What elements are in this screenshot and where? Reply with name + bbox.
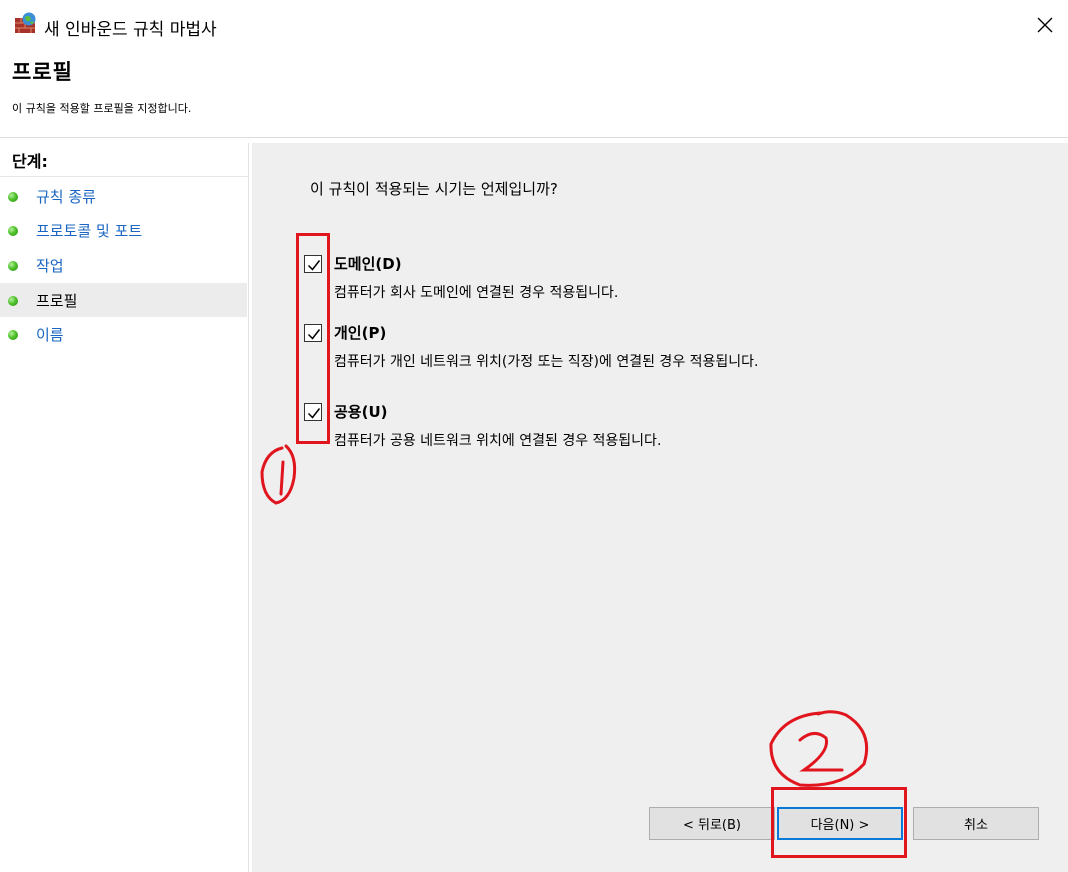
option-domain: 도메인(D) 컴퓨터가 회사 도메인에 연결된 경우 적용됩니다. xyxy=(302,253,902,309)
steps-divider xyxy=(0,176,248,177)
step-rule-type[interactable]: 규칙 종류 xyxy=(0,179,247,213)
step-action[interactable]: 작업 xyxy=(0,248,247,282)
steps-heading: 단계: xyxy=(12,152,48,171)
cancel-button[interactable]: 취소 xyxy=(913,807,1039,840)
step-label: 규칙 종류 xyxy=(36,188,96,206)
page-description: 이 규칙을 적용할 프로필을 지정합니다. xyxy=(12,102,192,115)
checkmark-icon xyxy=(307,329,321,340)
close-button[interactable] xyxy=(1022,6,1068,44)
step-label: 프로토콜 및 포트 xyxy=(36,222,143,240)
step-status-dot-icon xyxy=(8,296,18,306)
page-title: 프로필 xyxy=(12,60,73,84)
step-status-dot-icon xyxy=(8,261,18,271)
private-label[interactable]: 개인(P) xyxy=(334,322,386,343)
option-public: 공용(U) 컴퓨터가 공용 네트워크 위치에 연결된 경우 적용됩니다. xyxy=(302,401,902,457)
private-checkbox[interactable] xyxy=(304,324,322,342)
public-label[interactable]: 공용(U) xyxy=(334,401,388,422)
next-button[interactable]: 다음(N) > xyxy=(777,807,903,840)
step-label: 이름 xyxy=(36,326,64,344)
domain-description: 컴퓨터가 회사 도메인에 연결된 경우 적용됩니다. xyxy=(334,285,619,301)
content-panel: 이 규칙이 적용되는 시기는 언제입니까? 도메인(D) 컴퓨터가 회사 도메인… xyxy=(252,143,1068,872)
firewall-wizard-icon xyxy=(14,12,38,34)
domain-checkbox[interactable] xyxy=(304,255,322,273)
step-label: 프로필 xyxy=(36,292,78,310)
close-x-icon xyxy=(1037,17,1053,37)
private-description: 컴퓨터가 개인 네트워크 위치(가정 또는 직장)에 연결된 경우 적용됩니다. xyxy=(334,354,759,370)
step-status-dot-icon xyxy=(8,192,18,202)
option-private: 개인(P) 컴퓨터가 개인 네트워크 위치(가정 또는 직장)에 연결된 경우 … xyxy=(302,322,902,378)
profile-question: 이 규칙이 적용되는 시기는 언제입니까? xyxy=(310,180,558,198)
steps-panel: 단계: 규칙 종류 프로토콜 및 포트 작업 프로필 이름 xyxy=(0,143,249,872)
title-bar: 새 인바운드 규칙 마법사 xyxy=(0,0,1068,50)
checkmark-icon xyxy=(307,260,321,271)
window-title: 새 인바운드 규칙 마법사 xyxy=(44,20,217,40)
step-status-dot-icon xyxy=(8,226,18,236)
header-divider xyxy=(0,137,1068,138)
wizard-window: 새 인바운드 규칙 마법사 프로필 이 규칙을 적용할 프로필을 지정합니다. … xyxy=(0,0,1068,872)
back-button[interactable]: < 뒤로(B) xyxy=(649,807,775,840)
step-protocol-port[interactable]: 프로토콜 및 포트 xyxy=(0,213,247,247)
step-name[interactable]: 이름 xyxy=(0,317,247,351)
step-profile: 프로필 xyxy=(0,283,247,317)
public-checkbox[interactable] xyxy=(304,403,322,421)
checkmark-icon xyxy=(307,408,321,419)
step-label: 작업 xyxy=(36,257,64,275)
step-status-dot-icon xyxy=(8,330,18,340)
domain-label[interactable]: 도메인(D) xyxy=(334,253,402,274)
public-description: 컴퓨터가 공용 네트워크 위치에 연결된 경우 적용됩니다. xyxy=(334,433,662,449)
